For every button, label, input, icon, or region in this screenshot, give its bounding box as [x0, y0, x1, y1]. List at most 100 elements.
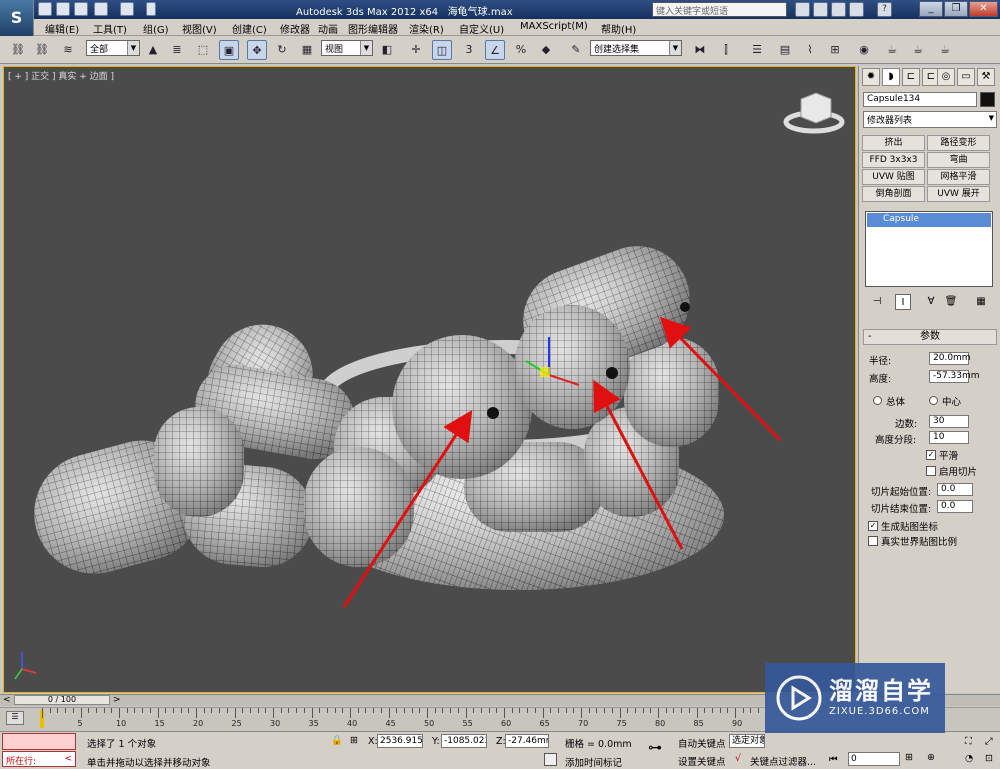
slice-on-checkbox[interactable] [926, 466, 936, 476]
slice-to-spinner[interactable]: 0.0 [937, 500, 973, 513]
remove-modifier-icon[interactable]: 🗑 [943, 294, 959, 310]
height-spinner[interactable]: -57.33mm [929, 370, 980, 383]
select-move-icon[interactable]: ✥ [247, 40, 267, 60]
menu-edit[interactable]: 编辑(E) [45, 21, 79, 36]
reference-coordinate-dropdown[interactable]: 视图 ▼ [321, 40, 373, 56]
hierarchy-tab-icon[interactable]: ⊏ [902, 68, 920, 86]
redo-icon[interactable] [120, 2, 134, 16]
pin-stack-icon[interactable]: ⊣ [869, 294, 885, 310]
time-config-icon[interactable]: ⊞ [905, 752, 913, 763]
height-segments-spinner[interactable]: 10 [929, 431, 969, 444]
object-color-swatch[interactable] [980, 92, 995, 107]
motion-tab-icon[interactable]: ◎ [937, 68, 955, 86]
help-icon[interactable]: ? [877, 2, 892, 17]
time-tag-icon[interactable] [544, 753, 557, 766]
modifier-stack[interactable]: Capsule [865, 211, 993, 287]
window-crossing-icon[interactable]: ▣ [219, 40, 239, 60]
save-icon[interactable] [74, 2, 88, 16]
modifier-button-meshsmooth[interactable]: 网格平滑 [927, 169, 990, 185]
unlink-icon[interactable]: ⛓ [32, 40, 52, 60]
display-tab-icon[interactable]: ▭ [957, 68, 975, 86]
layer-manager-icon[interactable]: ☰ [747, 40, 767, 60]
utilities-tab-icon[interactable]: ⚒ [977, 68, 995, 86]
render-production-icon[interactable]: ☕ [935, 40, 955, 60]
select-by-name-icon[interactable]: ≣ [167, 40, 187, 60]
menu-views[interactable]: 视图(V) [182, 21, 217, 36]
radio-overall[interactable] [873, 396, 882, 405]
absolute-mode-icon[interactable]: ⊞ [350, 735, 358, 746]
spinner-snap-icon[interactable]: ◆ [536, 40, 556, 60]
radio-center[interactable] [929, 396, 938, 405]
edit-named-selection-icon[interactable]: ✎ [566, 40, 586, 60]
rendered-frame-icon[interactable]: ☕ [908, 40, 928, 60]
parameters-rollout[interactable]: - 参数 [863, 329, 997, 345]
modifier-button-uvw-map[interactable]: UVW 贴图 [862, 169, 925, 185]
modifier-button-unwrap-uvw[interactable]: UVW 展开 [927, 186, 990, 202]
snaps-toggle-icon[interactable]: 3 [459, 40, 479, 60]
maximize-viewport-icon[interactable]: ⤢ [985, 736, 993, 747]
keyboard-shortcut-override-icon[interactable]: ◫ [432, 40, 452, 60]
new-file-icon[interactable] [38, 2, 52, 16]
perspective-viewport[interactable]: [ + ] 正交 ] 真实 + 边面 ] [3, 66, 856, 693]
show-end-result-icon[interactable]: I [895, 294, 911, 310]
undo-icon[interactable] [94, 2, 108, 16]
real-world-map-checkbox[interactable] [868, 536, 878, 546]
zoom-extents-icon[interactable]: ⛶ [965, 736, 972, 747]
modifier-button-ffd[interactable]: FFD 3x3x3 [862, 152, 925, 168]
close-button[interactable]: ✕ [969, 1, 998, 17]
app-menu-button[interactable]: S [0, 0, 34, 36]
select-manipulate-icon[interactable]: ✛ [406, 40, 426, 60]
named-selection-dropdown[interactable]: 创建选择集 ▼ [590, 40, 682, 56]
align-icon[interactable]: ⫿ [716, 40, 736, 60]
wrench-icon[interactable] [849, 2, 864, 17]
stack-item-capsule[interactable]: Capsule [867, 213, 991, 227]
star-icon[interactable] [831, 2, 846, 17]
key-icon[interactable]: ⊶ [648, 740, 662, 756]
time-slider[interactable]: 0 / 100 [14, 695, 110, 705]
menu-create[interactable]: 创建(C) [232, 21, 267, 36]
time-next-icon[interactable]: > [113, 695, 121, 705]
pivot-center-icon[interactable]: ◧ [377, 40, 397, 60]
current-frame-field[interactable]: 0 [848, 752, 900, 766]
lock-selection-icon[interactable]: 🔒 [331, 735, 343, 746]
make-unique-icon[interactable]: ∀ [923, 294, 939, 310]
generate-mapping-checkbox[interactable]: ✓ [868, 521, 878, 531]
menu-graph-editors[interactable]: 图形编辑器 [348, 21, 398, 36]
menu-animation[interactable]: 动画 [318, 21, 338, 36]
sides-spinner[interactable]: 30 [929, 415, 969, 428]
angle-snap-icon[interactable]: ∠ [485, 40, 505, 60]
menu-modifiers[interactable]: 修改器 [280, 21, 310, 36]
smooth-checkbox[interactable]: ✓ [926, 450, 936, 460]
selection-filter-dropdown[interactable]: 全部 ▼ [86, 40, 140, 56]
modifier-button-extrude[interactable]: 挤出 [862, 135, 925, 151]
modifier-list-dropdown[interactable]: 修改器列表 ▼ [863, 111, 997, 128]
modifier-button-bend[interactable]: 弯曲 [927, 152, 990, 168]
select-scale-icon[interactable]: ▦ [297, 40, 317, 60]
add-time-tag[interactable]: 添加时间标记 [565, 755, 622, 769]
graphite-ribbon-icon[interactable]: ▤ [775, 40, 795, 60]
y-coordinate-field[interactable]: -1085.023 [441, 734, 487, 748]
menu-group[interactable]: 组(G) [143, 21, 169, 36]
link-icon[interactable]: ⛓ [8, 40, 28, 60]
x-coordinate-field[interactable]: 2536.915m [377, 734, 423, 748]
minimize-button[interactable]: _ [919, 1, 943, 17]
render-setup-icon[interactable]: ☕ [882, 40, 902, 60]
modify-tab-icon[interactable]: ◗ [882, 68, 900, 86]
material-editor-icon[interactable]: ◉ [854, 40, 874, 60]
menu-maxscript[interactable]: MAXScript(M) [520, 21, 588, 32]
set-key-button[interactable]: 设置关键点 [678, 754, 726, 768]
bind-space-warp-icon[interactable]: ≋ [58, 40, 78, 60]
radius-spinner[interactable]: 20.0mm [929, 352, 971, 365]
open-file-icon[interactable] [56, 2, 70, 16]
curve-editor-icon[interactable]: ⌇ [800, 40, 820, 60]
menu-rendering[interactable]: 渲染(R) [409, 21, 444, 36]
zoom-icon[interactable]: ⊕ [927, 752, 935, 763]
time-prev-icon[interactable]: < [3, 695, 11, 705]
selected-set-dropdown[interactable]: 选定对象 [729, 734, 765, 748]
create-tab-icon[interactable]: ✹ [862, 68, 880, 86]
menu-customize[interactable]: 自定义(U) [459, 21, 504, 36]
z-coordinate-field[interactable]: -27.46mm [505, 734, 549, 748]
modifier-button-bevel-profile[interactable]: 倒角剖面 [862, 186, 925, 202]
orbit-icon[interactable]: ◔ [965, 753, 973, 764]
modifier-button-path-deform[interactable]: 路径变形 [927, 135, 990, 151]
